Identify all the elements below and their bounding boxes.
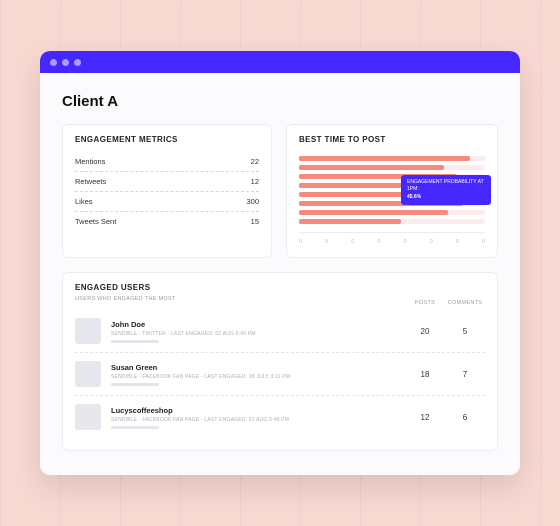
user-engagement-bar [111, 383, 159, 386]
chart-bar [299, 165, 485, 170]
user-engagement-bar [111, 426, 159, 429]
metric-label: Likes [75, 197, 93, 206]
metric-label: Mentions [75, 157, 105, 166]
user-row[interactable]: John Doe SENDIBLE - TWITTER - LAST ENGAG… [75, 310, 485, 353]
col-posts: POSTS [405, 300, 445, 310]
user-info: Lucyscoffeeshop SENDIBLE - FACEBOOK FAN … [111, 406, 405, 429]
page-title: Client A [62, 93, 498, 110]
metric-label: Tweets Sent [75, 217, 116, 226]
user-name: John Doe [111, 320, 405, 329]
col-comments: COMMENTS [445, 300, 485, 310]
axis-tick: 0 [430, 239, 433, 245]
content: Client A ENGAGEMENT METRICS Mentions 22 … [40, 73, 520, 475]
user-posts: 20 [405, 327, 445, 336]
axis-tick: 0 [351, 239, 354, 245]
top-row: ENGAGEMENT METRICS Mentions 22 Retweets … [62, 124, 498, 258]
chart-bar-fill [299, 210, 448, 215]
metric-value: 15 [251, 217, 259, 226]
user-name: Susan Green [111, 363, 405, 372]
axis-tick: 0 [404, 239, 407, 245]
best-time-card: BEST TIME TO POST ENGAGEMENT PROBABILITY… [286, 124, 498, 258]
user-meta: SENDIBLE - TWITTER - LAST ENGAGED: 02 AU… [111, 331, 405, 337]
axis-tick: 0 [378, 239, 381, 245]
chart-bar-fill [299, 165, 444, 170]
user-comments: 7 [445, 370, 485, 379]
chart-xaxis: 0 0 0 0 0 0 0 0 [299, 232, 485, 245]
avatar [75, 318, 101, 344]
user-comments: 5 [445, 327, 485, 336]
user-engagement-bar [111, 340, 159, 343]
metric-row: Likes 300 [75, 192, 259, 212]
chart-bar-fill [299, 219, 401, 224]
user-row[interactable]: Susan Green SENDIBLE - FACEBOOK FAN PAGE… [75, 353, 485, 396]
user-posts: 12 [405, 413, 445, 422]
user-row[interactable]: Lucyscoffeeshop SENDIBLE - FACEBOOK FAN … [75, 396, 485, 438]
metric-value: 300 [246, 197, 259, 206]
axis-tick: 0 [456, 239, 459, 245]
chart-bar [299, 156, 485, 161]
window-dot[interactable] [74, 59, 81, 66]
metric-row: Mentions 22 [75, 152, 259, 172]
card-title: ENGAGED USERS [75, 283, 485, 292]
user-info: John Doe SENDIBLE - TWITTER - LAST ENGAG… [111, 320, 405, 343]
avatar [75, 404, 101, 430]
chart-tooltip: ENGAGEMENT PROBABILITY AT 1PM: 45.6% [401, 175, 491, 205]
axis-tick: 0 [325, 239, 328, 245]
tooltip-value: 45.6% [407, 194, 485, 201]
card-title: ENGAGEMENT METRICS [75, 135, 259, 144]
user-meta: SENDIBLE - FACEBOOK FAN PAGE - LAST ENGA… [111, 374, 405, 380]
chart-bar [299, 210, 485, 215]
axis-tick: 0 [299, 239, 302, 245]
metric-row: Tweets Sent 15 [75, 212, 259, 231]
metric-value: 12 [251, 177, 259, 186]
user-info: Susan Green SENDIBLE - FACEBOOK FAN PAGE… [111, 363, 405, 386]
window-dot[interactable] [50, 59, 57, 66]
window-dot[interactable] [62, 59, 69, 66]
chart-bar [299, 219, 485, 224]
app-window: Client A ENGAGEMENT METRICS Mentions 22 … [40, 51, 520, 475]
metric-value: 22 [251, 157, 259, 166]
engaged-header: USERS WHO ENGAGED THE MOST POSTS COMMENT… [75, 300, 485, 310]
metric-label: Retweets [75, 177, 106, 186]
chart-bar-fill [299, 183, 411, 188]
engagement-metrics-card: ENGAGEMENT METRICS Mentions 22 Retweets … [62, 124, 272, 258]
user-comments: 6 [445, 413, 485, 422]
chart-bar-fill [299, 156, 470, 161]
axis-tick: 0 [482, 239, 485, 245]
user-meta: SENDIBLE - FACEBOOK FAN PAGE - LAST ENGA… [111, 417, 405, 423]
avatar [75, 361, 101, 387]
engaged-users-card: ENGAGED USERS USERS WHO ENGAGED THE MOST… [62, 272, 498, 451]
metric-row: Retweets 12 [75, 172, 259, 192]
user-name: Lucyscoffeeshop [111, 406, 405, 415]
card-title: BEST TIME TO POST [299, 135, 485, 144]
tooltip-label: ENGAGEMENT PROBABILITY AT 1PM: [407, 179, 484, 192]
engaged-subtitle: USERS WHO ENGAGED THE MOST [75, 296, 405, 302]
user-posts: 18 [405, 370, 445, 379]
titlebar [40, 51, 520, 73]
